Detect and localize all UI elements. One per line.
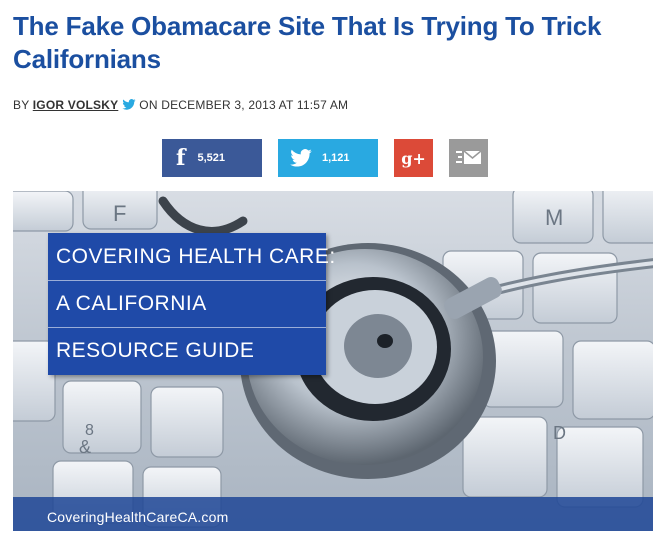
- twitter-bird-icon[interactable]: [122, 99, 136, 110]
- publish-date: ON DECEMBER 3, 2013 AT 11:57 AM: [139, 98, 349, 112]
- byline: BY IGOR VOLSKY ON DECEMBER 3, 2013 AT 11:…: [13, 98, 348, 112]
- hero-image: M F & 8 D COVERING HEALTH CARE: A CALIFO…: [13, 191, 653, 531]
- twitter-share-count: 1,121: [322, 152, 350, 164]
- article-headline: The Fake Obamacare Site That Is Trying T…: [13, 11, 602, 74]
- guide-title-line-1: COVERING HEALTH CARE:: [48, 233, 335, 281]
- facebook-share-count: 5,521: [197, 152, 225, 164]
- svg-text:M: M: [545, 205, 563, 230]
- guide-title-line-2: A CALIFORNIA: [48, 280, 326, 328]
- author-link[interactable]: IGOR VOLSKY: [33, 98, 119, 112]
- facebook-icon: f: [176, 145, 186, 171]
- google-plus-icon: g+: [401, 148, 426, 168]
- facebook-share-button[interactable]: f 5,521: [162, 139, 262, 177]
- email-share-button[interactable]: [449, 139, 488, 177]
- email-envelope-icon: [455, 150, 481, 164]
- resource-guide-banner: COVERING HEALTH CARE: A CALIFORNIA RESOU…: [48, 233, 335, 375]
- google-plus-share-button[interactable]: g+: [394, 139, 433, 177]
- svg-text:&: &: [79, 437, 91, 457]
- svg-text:F: F: [113, 201, 126, 226]
- twitter-bird-icon: [290, 149, 312, 167]
- byline-prefix: BY: [13, 98, 30, 112]
- guide-title-line-3: RESOURCE GUIDE: [56, 339, 255, 362]
- svg-text:8: 8: [85, 422, 94, 439]
- site-url: CoveringHealthCareCA.com: [47, 509, 229, 525]
- svg-text:D: D: [553, 423, 566, 443]
- twitter-share-button[interactable]: 1,121: [278, 139, 378, 177]
